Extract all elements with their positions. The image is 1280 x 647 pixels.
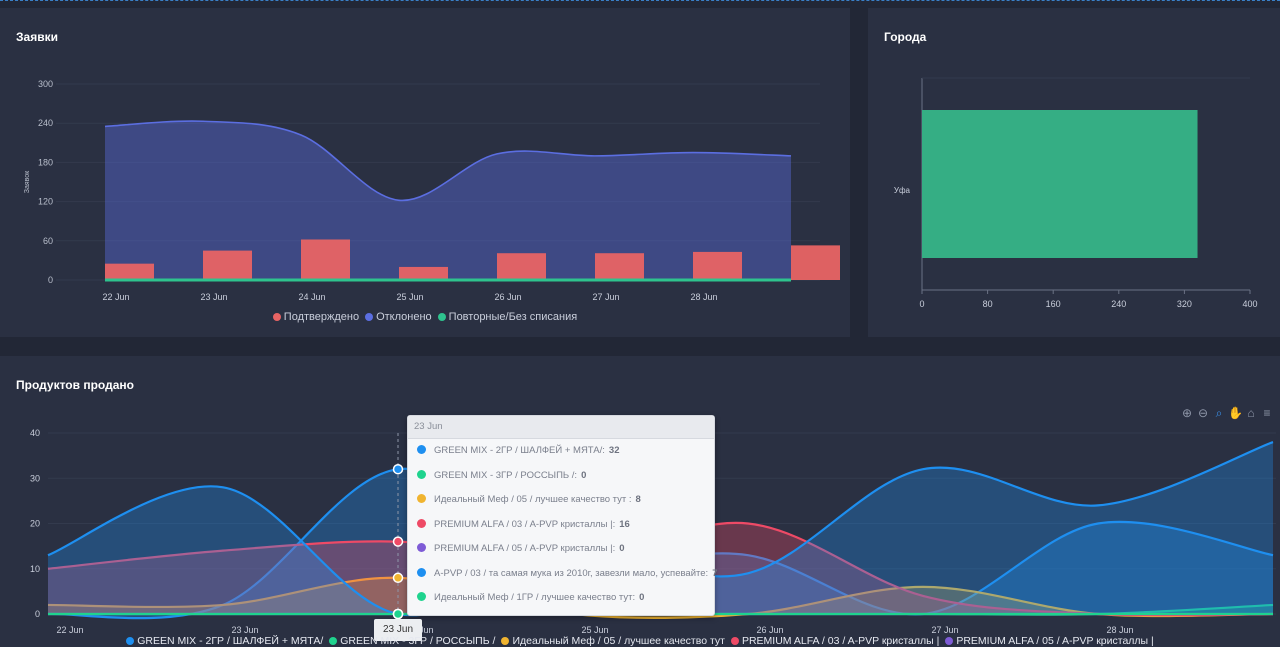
pan-icon[interactable]: ✋ [1228, 406, 1243, 420]
y-tick-label: 40 [30, 428, 40, 438]
menu-icon[interactable]: ≡ [1260, 406, 1274, 420]
legend-label: GREEN MIX - 3ГР / РОССЫПЬ / [340, 635, 496, 647]
tooltip-value: 16 [619, 518, 630, 530]
tooltip-value: 7 [712, 567, 718, 579]
tooltip-label: A-PVP / 03 / та самая мука из 2010г, зав… [434, 567, 709, 579]
tooltip-marker [417, 567, 426, 577]
tooltip-label: PREMIUM ALFA / 03 / A-PVP кристаллы |: [434, 518, 616, 530]
tooltip-marker [417, 592, 426, 601]
x-tick-label: 23 Jun [231, 625, 258, 635]
legend-item[interactable]: PREMIUM ALFA / 03 / A-PVP кристаллы | [730, 635, 940, 647]
legend-label: PREMIUM ALFA / 03 / A-PVP кристаллы | [741, 635, 940, 647]
tooltip-value: 32 [608, 445, 620, 456]
y-tick-label: 30 [30, 473, 40, 483]
tooltip-value: 0 [619, 543, 625, 554]
legend-item[interactable]: GREEN MIX - 3ГР / РОССЫПЬ / [329, 635, 495, 647]
tooltip-label: Идеальный Меф / 05 / лучшее качество тут… [434, 494, 632, 505]
tooltip-row: A-PVP / 03 / та самая мука из 2010г, зав… [408, 562, 718, 587]
legend-label: Идеальный Меф / 05 / лучшее качество тут [512, 635, 725, 647]
legend-label: GREEN MIX - 2ГР / ШАЛФЕЙ + МЯТА/ [137, 635, 324, 647]
legend-marker [501, 637, 510, 645]
chart-tooltip: 23 Jun GREEN MIX - 2ГР / ШАЛФЕЙ + МЯТА/:… [407, 415, 718, 616]
zoom-out-icon[interactable]: ⊖ [1196, 406, 1210, 420]
y-tick-label: 20 [30, 519, 40, 529]
hover-marker [392, 572, 404, 584]
hover-marker [392, 463, 404, 475]
x-tick-label: 22 Jun [56, 625, 83, 635]
tooltip-value: 0 [639, 592, 645, 603]
tooltip-row: PREMIUM ALFA / 03 / A-PVP кристаллы |: 16 [408, 513, 714, 538]
chart-toolbar: ⊕ ⊖ ⌕ ✋ ⌂ ≡ [1180, 404, 1276, 420]
tooltip-row: GREEN MIX - 3ГР / РОССЫПЬ /: 0 [408, 464, 714, 489]
tooltip-marker [417, 445, 426, 454]
tooltip-marker [417, 518, 426, 528]
tooltip-value: 0 [581, 469, 587, 481]
legend-item[interactable]: PREMIUM ALFA / 05 / A-PVP кристаллы | [945, 635, 1154, 647]
tooltip-header: 23 Jun [408, 416, 714, 439]
legend-marker [329, 637, 338, 645]
legend-item[interactable]: GREEN MIX - 2ГР / ШАЛФЕЙ + МЯТА/ [126, 635, 323, 647]
legend-marker [126, 637, 135, 645]
legend-marker [730, 637, 739, 645]
y-tick-label: 0 [35, 609, 40, 619]
tooltip-marker [417, 543, 426, 552]
tooltip-row: PREMIUM ALFA / 05 / A-PVP кристаллы |: 0 [408, 537, 714, 562]
zoom-in-icon[interactable]: ⊕ [1180, 406, 1194, 420]
tooltip-label: GREEN MIX - 2ГР / ШАЛФЕЙ + МЯТА/: [434, 445, 605, 456]
x-tick-label: 27 Jun [931, 625, 958, 635]
tooltip-marker [417, 494, 426, 503]
x-tick-label: 25 Jun [581, 625, 608, 635]
tooltip-label: Идеальный Меф / 1ГР / лучшее качество ту… [434, 592, 636, 603]
tooltip-row: Идеальный Меф / 1ГР / лучшее качество ту… [408, 586, 714, 611]
y-tick-label: 10 [30, 564, 40, 574]
tooltip-row: GREEN MIX - 2ГР / ШАЛФЕЙ + МЯТА/: 32 [408, 439, 714, 464]
legend-item[interactable]: Идеальный Меф / 05 / лучшее качество тут [501, 635, 725, 647]
products-legend: GREEN MIX - 2ГР / ШАЛФЕЙ + МЯТА/GREEN MI… [0, 635, 1280, 647]
legend-label: PREMIUM ALFA / 05 / A-PVP кристаллы | [956, 635, 1154, 647]
x-tick-label: 28 Jun [1106, 625, 1133, 635]
legend-marker [945, 637, 954, 645]
x-tick-label: 26 Jun [756, 625, 783, 635]
tooltip-row: Идеальный Меф / 05 / лучшее качество тут… [408, 488, 714, 513]
reset-home-icon[interactable]: ⌂ [1244, 406, 1258, 420]
tooltip-label: GREEN MIX - 3ГР / РОССЫПЬ /: [434, 469, 578, 481]
tooltip-label: PREMIUM ALFA / 05 / A-PVP кристаллы |: [434, 543, 616, 554]
hover-marker [392, 608, 404, 620]
selection-zoom-icon[interactable]: ⌕ [1212, 406, 1226, 420]
hover-marker [392, 536, 404, 547]
tooltip-value: 8 [635, 494, 641, 505]
tooltip-marker [417, 469, 426, 479]
